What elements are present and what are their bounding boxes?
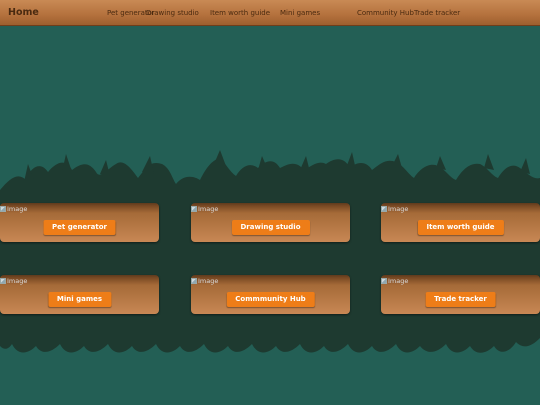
mini-games-button[interactable]: Mini games	[47, 292, 112, 307]
card-drawing-studio: Image Drawing studio	[191, 203, 350, 242]
card-community-hub: Image Commmunity Hub	[191, 275, 350, 314]
nav-link-trade-tracker[interactable]: Trade tracker	[414, 8, 460, 18]
drawing-studio-button[interactable]: Drawing studio	[231, 220, 310, 235]
nav-link-item-worth-guide[interactable]: Item worth guide	[210, 8, 270, 18]
card-item-worth-guide: Image Item worth guide	[381, 203, 540, 242]
broken-image-icon: Image	[381, 277, 408, 285]
hedge-background	[0, 150, 540, 353]
community-hub-button[interactable]: Commmunity Hub	[226, 292, 315, 307]
nav-link-community-hub[interactable]: Community Hub	[357, 8, 414, 18]
card-pet-generator: Image Pet generator	[0, 203, 159, 242]
item-worth-guide-button[interactable]: Item worth guide	[417, 220, 504, 235]
broken-image-icon: Image	[0, 277, 27, 285]
nav-link-mini-games[interactable]: Mini games	[280, 8, 320, 18]
pet-generator-button[interactable]: Pet generator	[43, 220, 116, 235]
card-mini-games: Image Mini games	[0, 275, 159, 314]
broken-image-icon: Image	[0, 205, 27, 213]
broken-image-icon: Image	[191, 205, 218, 213]
top-navbar: Home Pet generator Drawing studio Item w…	[0, 0, 540, 26]
broken-image-icon: Image	[191, 277, 218, 285]
card-trade-tracker: Image Trade tracker	[381, 275, 540, 314]
broken-image-icon: Image	[381, 205, 408, 213]
trade-tracker-button[interactable]: Trade tracker	[425, 292, 496, 307]
nav-home-link[interactable]: Home	[8, 6, 39, 20]
nav-link-drawing-studio[interactable]: Drawing studio	[146, 8, 199, 18]
